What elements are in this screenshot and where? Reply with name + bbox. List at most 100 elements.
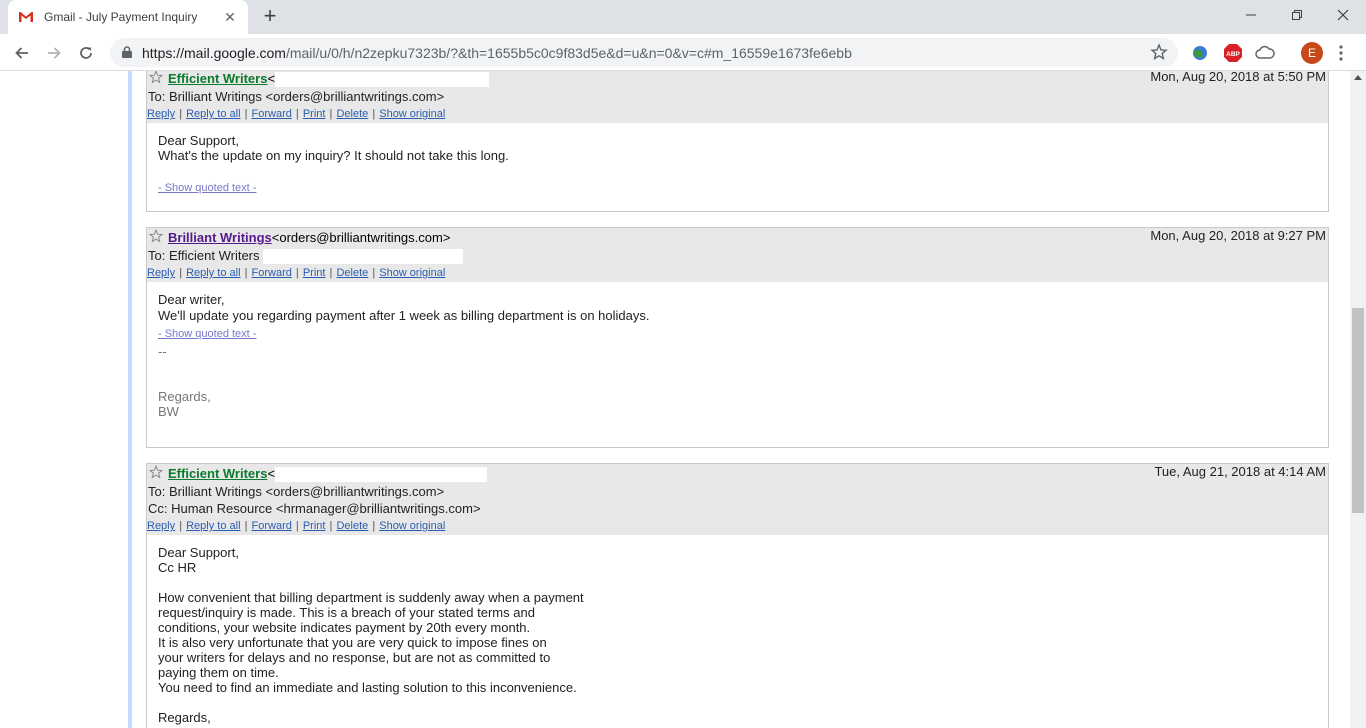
minimize-button[interactable]	[1228, 0, 1274, 30]
signature-line: Regards,	[158, 389, 211, 405]
tab-gmail[interactable]: Gmail - July Payment Inquiry ✕	[8, 0, 248, 34]
reply-link[interactable]: Reply	[147, 108, 175, 120]
profile-avatar[interactable]: E	[1301, 42, 1323, 64]
star-icon[interactable]	[149, 229, 163, 243]
sender-name-link[interactable]: Efficient Writers	[168, 71, 267, 86]
sender-email: <orders@brilliantwritings.com>	[271, 230, 451, 245]
message-date: Mon, Aug 20, 2018 at 9:27 PM	[1150, 228, 1326, 243]
gmail-basic-html-view: Efficient Writers< Mon, Aug 20, 2018 at …	[0, 71, 1350, 728]
email-message-1: Efficient Writers< Mon, Aug 20, 2018 at …	[146, 71, 1329, 212]
scroll-up-icon[interactable]	[1354, 75, 1362, 80]
lock-icon	[122, 46, 132, 58]
message-actions: Reply | Reply to all | Forward | Print |…	[147, 108, 446, 120]
redacted-block	[275, 72, 490, 88]
body-line: Dear writer,	[158, 292, 225, 308]
reply-link[interactable]: Reply	[147, 267, 175, 279]
restore-icon	[1292, 10, 1302, 20]
globe-extension-icon[interactable]	[1190, 43, 1210, 63]
browser-toolbar: https://mail.google.com/mail/u/0/h/n2zep…	[0, 34, 1366, 71]
sender-line: Efficient Writers<	[147, 466, 1328, 483]
reply-all-link[interactable]: Reply to all	[186, 108, 240, 120]
reload-button[interactable]	[73, 40, 99, 66]
show-original-link[interactable]: Show original	[379, 520, 445, 532]
cc-line: Cc: Human Resource <hrmanager@brilliantw…	[148, 501, 481, 516]
reload-icon	[80, 47, 92, 59]
message-date: Tue, Aug 21, 2018 at 4:14 AM	[1154, 464, 1326, 479]
forward-link[interactable]: Forward	[252, 267, 292, 279]
show-quoted-text-link[interactable]: - Show quoted text -	[158, 327, 1317, 342]
body-line: We'll update you regarding payment after…	[158, 308, 650, 324]
reply-all-link[interactable]: Reply to all	[186, 267, 240, 279]
body-line: It is also very unfortunate that you are…	[158, 635, 547, 650]
redacted-block	[275, 467, 488, 483]
message-actions: Reply | Reply to all | Forward | Print |…	[147, 267, 446, 280]
body-line: conditions, your website indicates payme…	[158, 620, 531, 635]
signature-line: BW	[158, 404, 179, 420]
scrollbar-thumb[interactable]	[1352, 308, 1364, 513]
body-line: Dear Support,	[158, 545, 239, 560]
minimize-icon	[1246, 14, 1256, 16]
message-header: Efficient Writers< Tue, Aug 21, 2018 at …	[147, 464, 1328, 535]
message-actions: Reply | Reply to all | Forward | Print |…	[147, 520, 446, 532]
new-tab-button[interactable]: +	[258, 5, 282, 28]
signature-line	[158, 359, 1317, 374]
print-link[interactable]: Print	[303, 108, 326, 120]
tab-title: Gmail - July Payment Inquiry	[44, 10, 198, 24]
print-link[interactable]: Print	[303, 267, 326, 279]
to-line: To: Brilliant Writings <orders@brilliant…	[148, 484, 445, 499]
body-line: What's the update on my inquiry? It shou…	[158, 148, 509, 163]
thread-sidebar-stripe	[128, 71, 132, 728]
arrow-left-icon	[15, 47, 28, 59]
sender-email: <	[267, 466, 276, 481]
menu-dots-icon[interactable]	[1338, 44, 1344, 62]
body-line: request/inquiry is made. This is a breac…	[158, 605, 535, 620]
back-button[interactable]	[9, 40, 35, 66]
close-icon	[1337, 9, 1349, 21]
delete-link[interactable]: Delete	[336, 267, 368, 279]
show-quoted-text-link[interactable]: - Show quoted text -	[158, 181, 1317, 196]
reply-all-link[interactable]: Reply to all	[186, 520, 240, 532]
to-line: To: Brilliant Writings <orders@brilliant…	[148, 89, 445, 104]
body-line: How convenient that billing department i…	[158, 590, 584, 605]
bookmark-star-icon[interactable]	[1150, 43, 1168, 61]
adblock-icon[interactable]: ABP	[1223, 43, 1243, 63]
sender-name-link[interactable]: Efficient Writers	[168, 466, 267, 481]
email-message-2: Brilliant Writings<orders@brilliantwriti…	[146, 227, 1329, 448]
body-line: You need to find an immediate and lastin…	[158, 680, 577, 695]
body-line: paying them on time.	[158, 665, 279, 680]
forward-link[interactable]: Forward	[252, 520, 292, 532]
forward-link[interactable]: Forward	[252, 108, 292, 120]
restore-button[interactable]	[1274, 0, 1320, 30]
star-icon[interactable]	[149, 465, 163, 479]
arrow-right-icon	[48, 47, 61, 59]
address-bar[interactable]: https://mail.google.com/mail/u/0/h/n2zep…	[110, 38, 1178, 67]
body-line: Cc HR	[158, 560, 197, 575]
page-scrollbar[interactable]	[1350, 71, 1366, 728]
message-header: Brilliant Writings<orders@brilliantwriti…	[147, 228, 1328, 283]
message-date: Mon, Aug 20, 2018 at 5:50 PM	[1150, 71, 1326, 84]
message-body: Dear Support, Cc HR How convenient that …	[147, 535, 1328, 725]
url-text: https://mail.google.com/mail/u/0/h/n2zep…	[142, 45, 852, 61]
to-line: To: Efficient Writers	[147, 247, 1328, 265]
message-body: Dear writer, We'll update you regarding …	[147, 282, 1328, 419]
signature-line	[158, 374, 1317, 389]
star-icon[interactable]	[149, 71, 163, 84]
show-original-link[interactable]: Show original	[379, 267, 445, 279]
print-link[interactable]: Print	[303, 520, 326, 532]
signature-line: --	[158, 344, 167, 360]
gmail-icon	[19, 12, 33, 22]
tab-strip: Gmail - July Payment Inquiry ✕ +	[0, 0, 1366, 34]
close-tab-icon[interactable]: ✕	[222, 9, 238, 25]
forward-button[interactable]	[41, 40, 67, 66]
sender-name-link[interactable]: Brilliant Writings	[168, 230, 272, 245]
show-original-link[interactable]: Show original	[379, 108, 445, 120]
sender-email: <	[267, 71, 276, 86]
delete-link[interactable]: Delete	[336, 108, 368, 120]
delete-link[interactable]: Delete	[336, 520, 368, 532]
reply-link[interactable]: Reply	[147, 520, 175, 532]
email-message-3: Efficient Writers< Tue, Aug 21, 2018 at …	[146, 463, 1329, 728]
cloud-extension-icon[interactable]	[1255, 43, 1275, 63]
body-line: your writers for delays and no response,…	[158, 650, 551, 665]
close-window-button[interactable]	[1320, 0, 1366, 30]
message-header: Efficient Writers< Mon, Aug 20, 2018 at …	[147, 71, 1328, 123]
